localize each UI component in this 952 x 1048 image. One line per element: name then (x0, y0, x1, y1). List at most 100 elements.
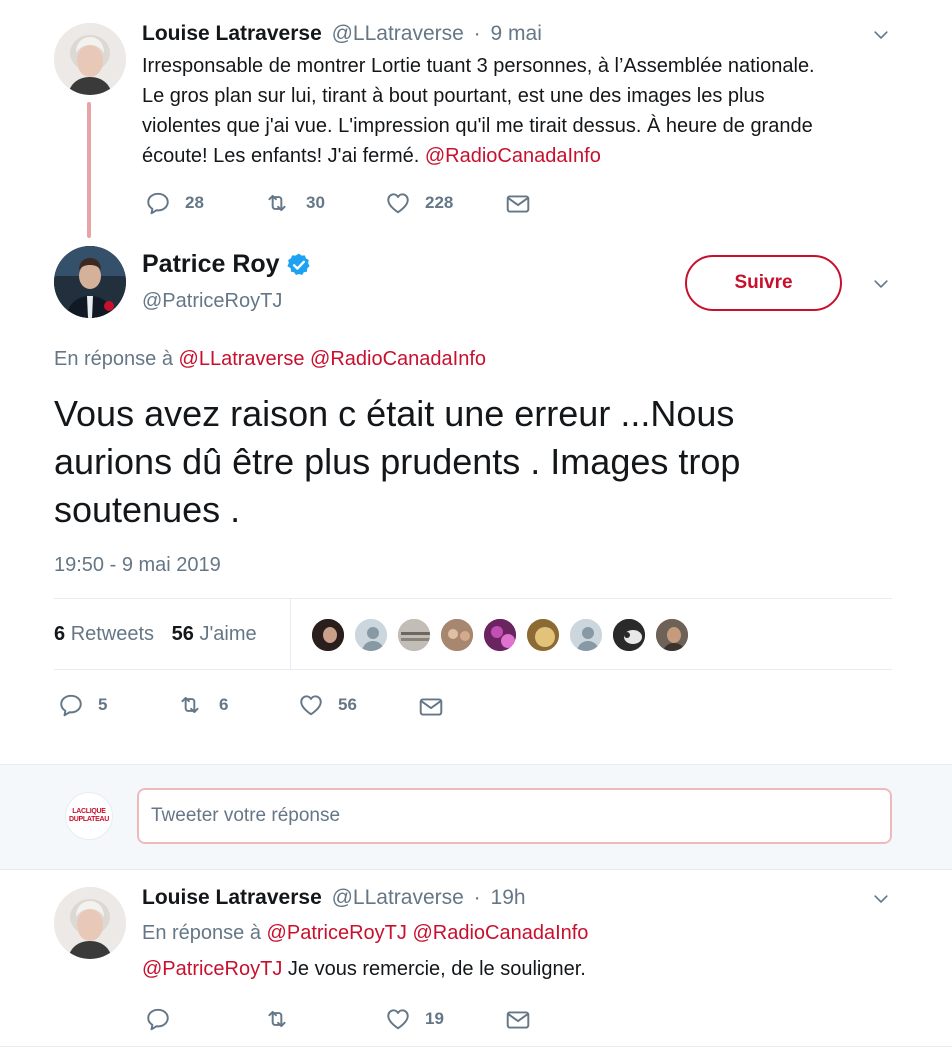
main-reply-to-1[interactable]: @LLatraverse (179, 348, 305, 370)
mail-icon (418, 694, 444, 720)
liker-avatar[interactable] (482, 617, 518, 653)
tweet3-handle[interactable]: @LLatraverse (332, 886, 464, 909)
main-reply-to-2[interactable]: @RadioCanadaInfo (310, 348, 486, 370)
main-retweet-button[interactable]: 6 (175, 692, 228, 718)
tweet3-dm-button[interactable] (505, 1007, 531, 1033)
reply-icon (58, 692, 84, 718)
tweet1-text-line4-body: écoute! Les enfants! J'ai fermé. (142, 145, 420, 167)
tweet3-author-name[interactable]: Louise Latraverse (142, 886, 322, 909)
tweet3-reply-button[interactable] (145, 1006, 171, 1032)
tweet3-header: Louise Latraverse @LLatraverse · 19h (142, 886, 526, 910)
liker-avatar[interactable] (654, 617, 690, 653)
main-reply-context: En réponse à @LLatraverse @RadioCanadaIn… (54, 348, 486, 371)
liker-avatar[interactable] (310, 617, 346, 653)
main-timestamp[interactable]: 19:50 - 9 mai 2019 (54, 554, 221, 577)
reply-icon (145, 1006, 171, 1032)
mail-icon (505, 1007, 531, 1033)
tweet1-handle[interactable]: @LLatraverse (332, 22, 464, 45)
tweet3-like-button[interactable]: 19 (385, 1006, 444, 1032)
tweet1-text-line4: écoute! Les enfants! J'ai fermé. @RadioC… (142, 141, 922, 171)
retweet-stat-label: Retweets (70, 623, 155, 645)
tweet3-reply-prefix: En réponse à (142, 922, 261, 944)
tweet1-retweet-count: 30 (306, 193, 325, 212)
reply-input[interactable] (137, 788, 892, 844)
tweet3-time[interactable]: 19h (491, 886, 526, 909)
tweet1-reply-button[interactable]: 28 (145, 190, 204, 216)
main-author-name-row: Patrice Roy (142, 250, 312, 279)
main-text-line1: Vous avez raison c était une erreur ...N… (54, 393, 735, 434)
liker-avatar[interactable] (525, 617, 561, 653)
tweet1-like-count: 228 (425, 193, 454, 212)
retweet-icon (175, 692, 205, 718)
liker-avatar[interactable] (396, 617, 432, 653)
main-reply-count: 5 (98, 695, 108, 714)
tweet3-reply-to-1[interactable]: @PatriceRoyTJ (267, 922, 407, 944)
tweet1-time[interactable]: 9 mai (491, 22, 542, 45)
tweet1-chevron-down-icon[interactable] (871, 25, 891, 45)
main-like-button[interactable]: 56 (298, 692, 357, 718)
verified-badge-icon (286, 253, 310, 275)
main-retweet-count: 6 (219, 695, 229, 714)
tweet3-separator: · (473, 886, 481, 909)
likes-stat[interactable]: 56 J'aime (172, 623, 257, 645)
main-dm-button[interactable] (418, 694, 444, 720)
main-text-line3: soutenues . (54, 489, 241, 530)
divider-stats-top (54, 598, 892, 599)
tweet3-text: @PatriceRoyTJ Je vous remercie, de le so… (142, 958, 586, 981)
tweet1-header: Louise Latraverse @LLatraverse · 9 mai (142, 22, 542, 46)
avatar-patrice[interactable] (54, 246, 126, 318)
tweet3-retweet-button[interactable] (262, 1006, 292, 1032)
logo-text-line1: LACLIQUE (72, 808, 106, 815)
retweets-stat[interactable]: 6 Retweets (54, 623, 154, 645)
main-author-handle[interactable]: @PatriceRoyTJ (142, 290, 282, 313)
tweet1-text-line3: violentes que j'ai vue. L'impression qu'… (142, 115, 813, 137)
main-text-line2: aurions dû être plus prudents . Images t… (54, 441, 741, 482)
main-tweet-text: Vous avez raison c était une erreur ...N… (54, 390, 914, 534)
main-reply-button[interactable]: 5 (58, 692, 107, 718)
avatar-louise[interactable] (54, 887, 126, 959)
mail-icon (505, 191, 531, 217)
divider-bottom (0, 1046, 952, 1047)
tweet1-text-line1: Irresponsable de montrer Lortie tuant 3 … (142, 55, 815, 77)
tweet1-text-line2: Le gros plan sur lui, tirant à bout pour… (142, 85, 765, 107)
like-stat-label: J'aime (199, 623, 257, 645)
thread-line (87, 102, 91, 238)
main-like-count: 56 (338, 695, 357, 714)
tweet1-reply-count: 28 (185, 193, 204, 212)
logo-text-line2: DUPLATEAU (69, 816, 109, 823)
main-chevron-down-icon[interactable] (871, 274, 891, 294)
main-reply-prefix: En réponse à (54, 348, 173, 370)
like-stat-count: 56 (171, 623, 194, 645)
tweet1-mention[interactable]: @RadioCanadaInfo (425, 145, 601, 167)
tweet1-separator: · (473, 22, 481, 45)
tweet1-text: Irresponsable de montrer Lortie tuant 3 … (142, 51, 922, 171)
heart-icon (385, 1006, 411, 1032)
avatar-louise[interactable] (54, 23, 126, 95)
tweet3-reply-context: En réponse à @PatriceRoyTJ @RadioCanadaI… (142, 922, 588, 945)
retweet-icon (262, 190, 292, 216)
tweet1-retweet-button[interactable]: 30 (262, 190, 325, 216)
tweet3-reply-to-2[interactable]: @RadioCanadaInfo (412, 922, 588, 944)
retweet-icon (262, 1006, 292, 1032)
main-author-name[interactable]: Patrice Roy (142, 250, 280, 279)
tweet1-author-name[interactable]: Louise Latraverse (142, 22, 322, 45)
tweet1-dm-button[interactable] (505, 191, 531, 217)
divider-stats-bottom (54, 669, 892, 670)
reply-icon (145, 190, 171, 216)
divider-stats-vertical (290, 599, 291, 669)
current-user-avatar[interactable]: LACLIQUE DUPLATEAU (65, 792, 113, 840)
follow-button[interactable]: Suivre (685, 255, 842, 311)
tweet3-text-body: Je vous remercie, de le souligner. (287, 958, 586, 980)
tweet3-mention[interactable]: @PatriceRoyTJ (142, 958, 282, 980)
retweet-stat-count: 6 (54, 623, 66, 645)
tweet3-chevron-down-icon[interactable] (871, 889, 891, 909)
liker-avatar[interactable] (353, 617, 389, 653)
tweet1-like-button[interactable]: 228 (385, 190, 453, 216)
tweet3-like-count: 19 (425, 1009, 444, 1028)
liker-avatar[interactable] (568, 617, 604, 653)
main-stats: 6 Retweets 56 J'aime (54, 623, 257, 646)
heart-icon (385, 190, 411, 216)
heart-icon (298, 692, 324, 718)
liker-avatar[interactable] (611, 617, 647, 653)
liker-avatar[interactable] (439, 617, 475, 653)
